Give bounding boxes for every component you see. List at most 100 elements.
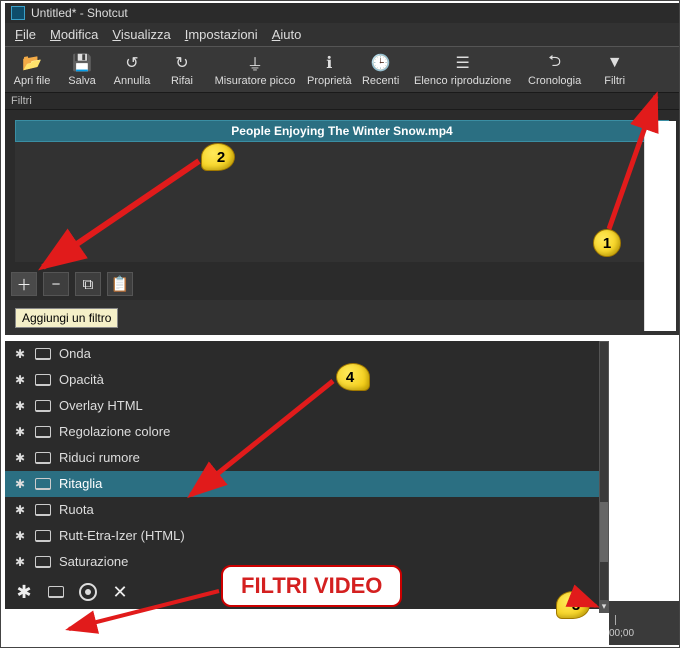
peak-meter-button[interactable]: ⏚ Misuratore picco [207, 51, 303, 90]
menu-view[interactable]: Visualizza [106, 25, 176, 44]
video-type-icon [35, 400, 51, 412]
filter-row-label: Opacità [59, 372, 104, 387]
titlebar: Untitled* - Shotcut [5, 3, 679, 23]
toolbar-label: Filtri [604, 75, 625, 87]
copy-icon: ⧉ [83, 276, 94, 293]
paste-filter-button[interactable]: 📋 [107, 272, 133, 296]
filter-row-label: Regolazione colore [59, 424, 170, 439]
favorite-star-icon: ✱ [13, 477, 27, 491]
filters-panel: Filtri People Enjoying The Winter Snow.m… [5, 93, 679, 300]
favorite-star-icon: ✱ [13, 555, 27, 569]
filter-list: ✱ Onda ✱ Opacità ✱ Overlay HTML ✱ Regolazione c… [5, 341, 609, 575]
close-filter-picker-button[interactable]: ✕ [109, 581, 131, 603]
list-icon: ☰ [455, 53, 469, 73]
toolbar-label: Apri file [14, 75, 51, 87]
recent-button[interactable]: 🕒 Recenti [356, 51, 406, 90]
main-toolbar: 📂 Apri file 💾 Salva ↺ Annulla ↻ Rifai ⏚ … [5, 46, 679, 93]
close-icon: ✕ [112, 582, 127, 603]
add-filter-tooltip: Aggiungi un filtro [15, 308, 118, 328]
history-button[interactable]: ⮌ Cronologia [520, 51, 590, 90]
toolbar-label: Rifai [171, 75, 193, 87]
folder-open-icon: 📂 [22, 53, 42, 73]
redo-button[interactable]: ↻ Rifai [157, 51, 207, 90]
video-type-icon [35, 530, 51, 542]
filter-list-scrollbar[interactable]: ▾ [599, 341, 609, 613]
toolbar-label: Salva [68, 75, 96, 87]
toolbar-label: Annulla [114, 75, 151, 87]
favorites-filter-button[interactable]: ✱ [13, 581, 35, 603]
audio-filter-button[interactable] [77, 581, 99, 603]
save-icon: 💾 [72, 53, 92, 73]
copy-filter-button[interactable]: ⧉ [75, 272, 101, 296]
toolbar-label: Recenti [362, 75, 399, 87]
menu-settings[interactable]: Impostazioni [179, 25, 264, 44]
remove-filter-button[interactable]: − [43, 272, 69, 296]
big-label-filtri-video: FILTRI VIDEO [221, 565, 402, 607]
favorite-star-icon: ✱ [13, 399, 27, 413]
video-filter-button[interactable] [45, 581, 67, 603]
favorite-star-icon: ✱ [13, 347, 27, 361]
add-filter-button[interactable]: ＋ [11, 272, 37, 296]
filter-row[interactable]: ✱ Ritaglia [5, 471, 609, 497]
filter-row[interactable]: ✱ Opacità [5, 367, 609, 393]
favorite-star-icon: ✱ [13, 373, 27, 387]
toolbar-label: Misuratore picco [215, 75, 296, 87]
filter-row[interactable]: ✱ Rutt-Etra-Izer (HTML) [5, 523, 609, 549]
clock-icon: 🕒 [371, 53, 391, 73]
monitor-icon [48, 586, 64, 598]
menu-help[interactable]: Aiuto [266, 25, 308, 44]
info-icon: ℹ [326, 53, 332, 73]
circle-dot-icon [79, 583, 97, 601]
filter-row[interactable]: ✱ Regolazione colore [5, 419, 609, 445]
filter-row[interactable]: ✱ Onda [5, 341, 609, 367]
filters-clip-area: People Enjoying The Winter Snow.mp4 [5, 110, 679, 268]
video-type-icon [35, 478, 51, 490]
timeline-tick [615, 615, 616, 625]
favorite-star-icon: ✱ [13, 529, 27, 543]
filter-row-label: Ritaglia [59, 476, 102, 491]
callout-4: 4 [336, 363, 370, 391]
filter-row-label: Riduci rumore [59, 450, 140, 465]
right-light-pane [644, 121, 676, 331]
star-icon: ✱ [16, 582, 31, 603]
filter-row[interactable]: ✱Riduci rumore [5, 445, 609, 471]
app-window: Untitled* - Shotcut File Modifica Visual… [5, 3, 679, 335]
save-button[interactable]: 💾 Salva [57, 51, 107, 90]
open-file-button[interactable]: 📂 Apri file [7, 51, 57, 90]
playlist-button[interactable]: ☰ Elenco riproduzione [406, 51, 520, 90]
filters-button[interactable]: ▼ Filtri [590, 51, 640, 90]
video-type-icon [35, 348, 51, 360]
selected-clip-bar[interactable]: People Enjoying The Winter Snow.mp4 [15, 120, 669, 142]
meter-icon: ⏚ [247, 53, 263, 73]
menu-file[interactable]: File [9, 25, 42, 44]
filter-row-label: Rutt-Etra-Izer (HTML) [59, 528, 185, 543]
video-type-icon [35, 426, 51, 438]
timeline-start-label: 00;00 [609, 628, 634, 639]
filters-toolbar: ＋ − ⧉ 📋 [5, 268, 679, 300]
filter-row-label: Overlay HTML [59, 398, 143, 413]
scroll-thumb[interactable] [600, 502, 608, 562]
filter-row[interactable]: ✱ Overlay HTML [5, 393, 609, 419]
timeline-ruler: 00;00 [609, 601, 679, 645]
filter-row[interactable]: ✱Ruota [5, 497, 609, 523]
clipboard-icon: 📋 [111, 275, 130, 293]
video-type-icon [35, 452, 51, 464]
filter-row-label: Saturazione [59, 554, 128, 569]
redo-icon: ↻ [175, 53, 188, 73]
toolbar-label: Elenco riproduzione [414, 75, 511, 87]
undo-icon: ↺ [125, 53, 138, 73]
undo-button[interactable]: ↺ Annulla [107, 51, 157, 90]
favorite-star-icon: ✱ [13, 425, 27, 439]
video-type-icon [35, 556, 51, 568]
callout-3: 3 [556, 591, 590, 619]
scroll-down-button[interactable]: ▾ [600, 600, 608, 612]
filter-row-label: Onda [59, 346, 91, 361]
app-icon [11, 6, 25, 20]
menu-edit[interactable]: Modifica [44, 25, 104, 44]
window-title: Untitled* - Shotcut [31, 6, 128, 20]
clip-name-label: People Enjoying The Winter Snow.mp4 [231, 124, 452, 138]
toolbar-label: Proprietà [307, 75, 352, 87]
video-type-icon [35, 504, 51, 516]
properties-button[interactable]: ℹ Proprietà [303, 51, 356, 90]
funnel-icon: ▼ [607, 53, 623, 73]
